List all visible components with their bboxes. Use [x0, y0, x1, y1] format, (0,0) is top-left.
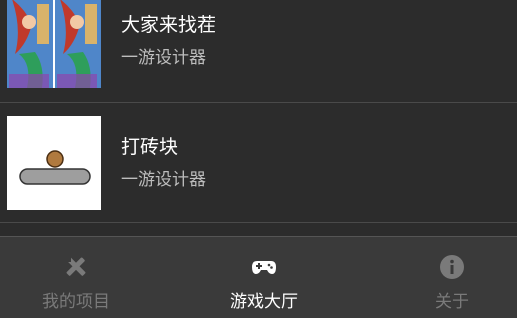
game-thumbnail — [7, 0, 101, 88]
tab-label: 关于 — [435, 292, 469, 312]
game-subtitle: 一游设计器 — [121, 48, 206, 68]
game-list: 大家来找茬 一游设计器 打砖块 一游设计器 — [0, 0, 517, 236]
game-thumbnail — [7, 116, 101, 210]
tab-label: 我的项目 — [42, 292, 110, 312]
tab-about[interactable]: 关于 — [376, 237, 517, 318]
tab-game-hall[interactable]: 游戏大厅 — [188, 237, 340, 318]
design-tools-icon — [63, 254, 89, 280]
game-subtitle: 一游设计器 — [121, 170, 206, 190]
game-title: 打砖块 — [121, 136, 179, 158]
bottom-tab-bar: 我的项目 游戏大厅 关于 — [0, 236, 517, 318]
game-title: 大家来找茬 — [121, 14, 217, 36]
info-icon — [439, 254, 465, 280]
list-divider — [0, 102, 517, 103]
game-list-item[interactable]: 打砖块 一游设计器 — [0, 105, 517, 223]
tab-label: 游戏大厅 — [230, 292, 298, 312]
list-divider — [0, 222, 517, 223]
game-list-item[interactable]: 大家来找茬 一游设计器 — [0, 0, 517, 102]
tab-my-projects[interactable]: 我的项目 — [0, 237, 152, 318]
gamepad-icon — [251, 254, 277, 280]
